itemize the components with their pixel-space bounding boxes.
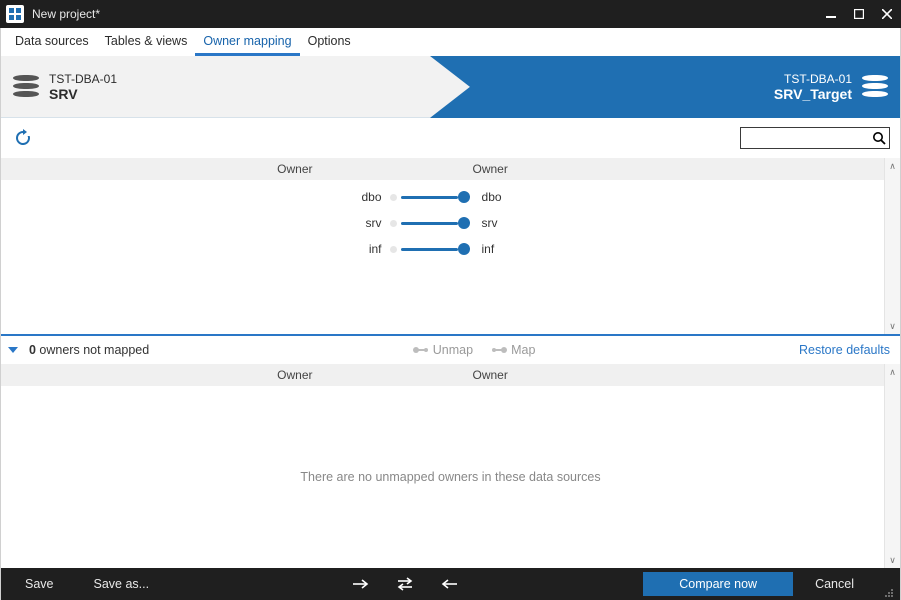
compare-now-button[interactable]: Compare now <box>643 572 793 596</box>
source-owner-name: srv <box>1 216 390 230</box>
mapping-row[interactable]: dbo dbo <box>1 184 884 210</box>
source-owner-name: dbo <box>1 190 390 204</box>
mapped-panel: Owner Owner dbo dbo srv srv inf inf ∧ ∨ <box>1 158 900 334</box>
mapped-scrollbar[interactable]: ∧ ∨ <box>884 158 900 334</box>
map-icon <box>491 345 507 355</box>
mapping-toggle[interactable] <box>390 243 470 255</box>
mapping-toggle[interactable] <box>390 217 470 229</box>
mapped-headers: Owner Owner <box>1 158 900 180</box>
target-database: SRV_Target <box>774 86 852 102</box>
scroll-up-icon[interactable]: ∧ <box>885 158 901 174</box>
footer-bar: Save Save as... Compare now Cancel <box>1 568 900 600</box>
unmapped-headers: Owner Owner <box>1 364 900 386</box>
unmapped-scrollbar[interactable]: ∧ ∨ <box>884 364 900 568</box>
scroll-up-icon[interactable]: ∧ <box>885 364 901 380</box>
tab-tables-views[interactable]: Tables & views <box>97 28 196 56</box>
source-server: TST-DBA-01 <box>49 72 117 86</box>
mapping-toggle[interactable] <box>390 191 470 203</box>
target-server: TST-DBA-01 <box>774 72 852 86</box>
app-logo <box>6 5 24 23</box>
database-icon <box>13 75 39 99</box>
minimize-button[interactable] <box>817 0 845 28</box>
target-owner-name: dbo <box>470 190 859 204</box>
search-input[interactable] <box>741 131 870 145</box>
refresh-button[interactable] <box>11 126 35 150</box>
tab-data-sources[interactable]: Data sources <box>7 28 97 56</box>
window-title: New project* <box>32 7 817 21</box>
header-source-owner: Owner <box>1 162 443 176</box>
header-target-owner: Owner <box>443 162 885 176</box>
source-target-banner: TST-DBA-01 SRV TST-DBA-01 SRV_Target <box>1 56 900 118</box>
target-block: TST-DBA-01 SRV_Target <box>774 56 888 118</box>
target-owner-name: inf <box>470 242 859 256</box>
titlebar: New project* <box>0 0 901 28</box>
source-owner-name: inf <box>1 242 390 256</box>
search-icon[interactable] <box>870 131 889 145</box>
tab-strip: Data sources Tables & views Owner mappin… <box>1 28 900 56</box>
database-icon <box>862 75 888 99</box>
close-button[interactable] <box>873 0 901 28</box>
search-box[interactable] <box>740 127 890 149</box>
collapse-toggle[interactable] <box>7 344 23 356</box>
scroll-down-icon[interactable]: ∨ <box>885 318 901 334</box>
arrow-left-icon <box>440 578 458 590</box>
save-as-button[interactable]: Save as... <box>76 568 168 600</box>
source-database: SRV <box>49 86 117 102</box>
mapping-rows: dbo dbo srv srv inf inf <box>1 180 900 266</box>
nav-back-button[interactable] <box>429 568 469 600</box>
resize-grip[interactable] <box>876 568 894 600</box>
unmap-button[interactable]: Unmap <box>413 343 473 357</box>
unmapped-toolbar: 0 owners not mapped Unmap Map Restore de… <box>1 334 900 364</box>
restore-defaults-link[interactable]: Restore defaults <box>799 343 890 357</box>
nav-swap-button[interactable] <box>385 568 425 600</box>
nav-forward-button[interactable] <box>341 568 381 600</box>
unmapped-panel: Owner Owner There are no unmapped owners… <box>1 364 900 568</box>
scroll-down-icon[interactable]: ∨ <box>885 552 901 568</box>
save-button[interactable]: Save <box>7 568 72 600</box>
unmapped-count-label: 0 owners not mapped <box>29 343 149 357</box>
unmap-icon <box>413 345 429 355</box>
cancel-button[interactable]: Cancel <box>797 568 872 600</box>
toolbar <box>1 118 900 158</box>
header-source-owner: Owner <box>1 368 443 382</box>
mapping-row[interactable]: inf inf <box>1 236 884 262</box>
swap-icon <box>396 577 414 591</box>
tab-options[interactable]: Options <box>300 28 359 56</box>
mapping-row[interactable]: srv srv <box>1 210 884 236</box>
map-button[interactable]: Map <box>491 343 535 357</box>
unmapped-empty-text: There are no unmapped owners in these da… <box>1 386 900 568</box>
target-owner-name: srv <box>470 216 859 230</box>
source-block: TST-DBA-01 SRV <box>13 56 117 118</box>
maximize-button[interactable] <box>845 0 873 28</box>
tab-owner-mapping[interactable]: Owner mapping <box>195 28 299 56</box>
arrow-right-icon <box>352 578 370 590</box>
header-target-owner: Owner <box>443 368 885 382</box>
